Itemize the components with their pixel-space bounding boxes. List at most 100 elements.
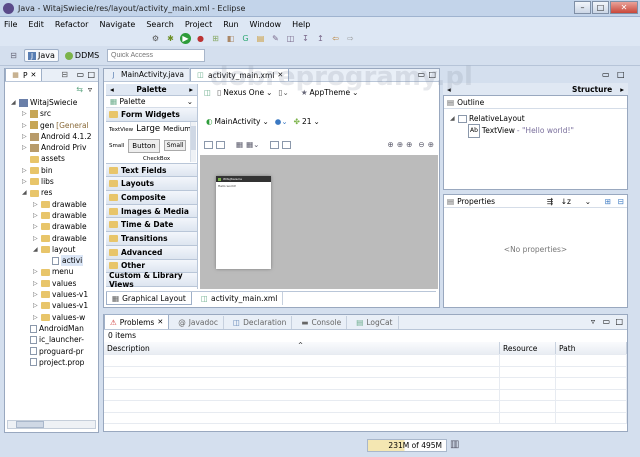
layout-width-icon[interactable]	[204, 140, 213, 149]
tree-item[interactable]: ▷ Android Priv	[11, 142, 98, 153]
widget-small-text[interactable]: Small	[109, 143, 124, 149]
tree-item[interactable]: project.prop	[11, 357, 98, 368]
palette-collapse-icon[interactable]: ◂	[110, 85, 114, 94]
tree-item[interactable]: ▷ drawable	[11, 233, 98, 244]
zoom-real-icon[interactable]: ⊕	[397, 140, 403, 149]
expand-icon[interactable]: ▷	[33, 289, 39, 300]
minimize-view-icon[interactable]: ▭	[76, 70, 84, 79]
expand-icon[interactable]: ▷	[33, 278, 39, 289]
menu-run[interactable]: Run	[223, 20, 238, 29]
orientation-icon[interactable]: ▯⌄	[278, 88, 288, 97]
hello-world-textview[interactable]: Hello world!	[216, 182, 271, 190]
view-menu-icon[interactable]: ▿	[88, 85, 92, 94]
open-perspective-icon[interactable]: ⊟	[8, 50, 19, 61]
tab-console[interactable]: ▬ Console	[296, 316, 348, 329]
maximize-view-icon[interactable]: □	[87, 70, 95, 79]
explorer-horizontal-scrollbar[interactable]	[7, 420, 96, 429]
ddms-perspective-button[interactable]: DDMS	[62, 50, 102, 61]
widget-textview[interactable]: TextView	[109, 127, 133, 133]
heap-status[interactable]: 231M of 495M	[367, 439, 447, 452]
expand-icon[interactable]: ◢	[33, 244, 39, 255]
structure-left-icon[interactable]: ◂	[447, 85, 451, 94]
zoom-fit-icon[interactable]: ⊕	[388, 140, 394, 149]
palette-dropdown[interactable]: ▦ Palette ⌄	[106, 96, 197, 108]
prev-annotation-icon[interactable]: ↥	[315, 33, 326, 44]
zoom-out-icon[interactable]: ⊖	[418, 140, 424, 149]
garbage-collect-icon[interactable]: ▥	[450, 439, 459, 450]
tree-item[interactable]: activi	[11, 255, 98, 267]
tree-item[interactable]: ▷ drawable	[11, 210, 98, 221]
tree-item[interactable]: ◢ res	[11, 187, 98, 198]
java-perspective-button[interactable]: J Java	[24, 49, 59, 62]
tree-item[interactable]: ▷ values-v1	[11, 300, 98, 311]
widget-small-button[interactable]: Small	[163, 140, 187, 152]
tree-item[interactable]: ◢ WitajSwiecie	[11, 97, 98, 108]
toggle-preview-icon[interactable]	[282, 140, 292, 149]
close-button[interactable]: ✕	[610, 1, 638, 14]
next-annotation-icon[interactable]: ↧	[300, 33, 311, 44]
widget-button[interactable]: Button	[128, 138, 160, 153]
palette-category[interactable]: Time & Date	[106, 218, 197, 233]
tree-item[interactable]: ▷ Android 4.1.2	[11, 131, 98, 142]
tree-item[interactable]: ▷ gen [General	[11, 120, 98, 131]
search-icon[interactable]: ✎	[270, 33, 281, 44]
widget-medium-text[interactable]: Medium	[163, 125, 191, 133]
palette-category[interactable]: Custom & Library Views	[106, 271, 197, 289]
tree-item[interactable]: ▷ values-v1	[11, 289, 98, 300]
widget-large-text[interactable]: Large	[136, 124, 160, 134]
collapse-all-icon[interactable]: ⊟	[61, 70, 68, 79]
outline-node-relativelayout[interactable]: ◢ RelativeLayout	[450, 113, 627, 124]
menu-edit[interactable]: Edit	[28, 20, 44, 29]
maximize-button[interactable]: □	[592, 1, 609, 14]
palette-menu-icon[interactable]: ▸	[189, 85, 193, 94]
layout-canvas[interactable]: WitajSwiecie Hello world!	[200, 155, 438, 289]
gravity-icon[interactable]: ▦⌄	[246, 140, 259, 149]
activity-selector[interactable]: ◐ MainActivity ⌄	[204, 116, 271, 128]
expand-icon[interactable]: ▷	[33, 300, 39, 311]
tab-xml-source[interactable]: ◫ activity_main.xml	[196, 292, 284, 305]
column-resource[interactable]: Resource	[500, 342, 556, 354]
new-class-icon[interactable]: G	[240, 33, 251, 44]
close-tab-icon[interactable]: ✕	[157, 318, 163, 326]
expand-icon[interactable]: ▷	[22, 176, 28, 187]
expand-icon[interactable]: ▷	[33, 210, 39, 221]
device-selector[interactable]: ▯ Nexus One ⌄	[215, 87, 274, 99]
layout-height-icon[interactable]	[216, 140, 225, 149]
new-package-icon[interactable]: ◧	[225, 33, 236, 44]
close-tab-icon[interactable]: ✕	[277, 71, 283, 79]
quick-access-input[interactable]	[107, 49, 205, 62]
structure-right-icon[interactable]: ▸	[620, 85, 624, 94]
package-explorer-tab[interactable]: ▦ P ✕	[5, 68, 43, 81]
palette-scrollbar[interactable]	[190, 121, 196, 162]
expand-icon[interactable]: ▷	[22, 120, 28, 131]
expand-icon[interactable]: ◢	[22, 187, 28, 198]
tab-activity-main-xml[interactable]: ◫ activity_main.xml ✕	[189, 68, 290, 81]
properties-expand-icon[interactable]: ⊞	[605, 197, 611, 206]
properties-menu-icon[interactable]: ⌄	[585, 197, 591, 206]
back-icon[interactable]: ⇦	[330, 33, 341, 44]
theme-selector[interactable]: ★ AppTheme ⌄	[299, 87, 361, 99]
maximize-view-icon[interactable]: □	[615, 317, 623, 326]
tree-item[interactable]: ▷ bin	[11, 165, 98, 176]
tree-item[interactable]: ▷ drawable	[11, 199, 98, 210]
tree-item[interactable]: assets	[11, 153, 98, 164]
tree-item[interactable]: ◢ layout	[11, 244, 98, 255]
minimize-right-icon[interactable]: ▭	[602, 70, 610, 79]
device-screen[interactable]: WitajSwiecie Hello world!	[216, 176, 271, 269]
menu-refactor[interactable]: Refactor	[55, 20, 89, 29]
tree-item[interactable]: ▷ drawable	[11, 221, 98, 232]
expand-icon[interactable]: ▷	[33, 199, 39, 210]
tab-problems[interactable]: ⚠ Problems ✕	[104, 314, 170, 329]
tree-item[interactable]: ▷ menu	[11, 266, 98, 277]
gear-icon[interactable]: ⚙	[150, 33, 161, 44]
tree-item[interactable]: ▷ values-w	[11, 312, 98, 323]
zoom-100-icon[interactable]: ⊕	[406, 140, 412, 149]
tree-item[interactable]: proguard-pr	[11, 346, 98, 357]
toggle-mark-icon[interactable]: ◫	[285, 33, 296, 44]
properties-filter-icon[interactable]: ⇶	[547, 197, 553, 206]
column-description[interactable]: Description ^	[104, 342, 500, 354]
tree-item[interactable]: ▷ src	[11, 108, 98, 119]
menu-help[interactable]: Help	[292, 20, 310, 29]
maximize-editor-icon[interactable]: □	[428, 70, 436, 79]
palette-category[interactable]: Text Fields	[106, 163, 197, 178]
